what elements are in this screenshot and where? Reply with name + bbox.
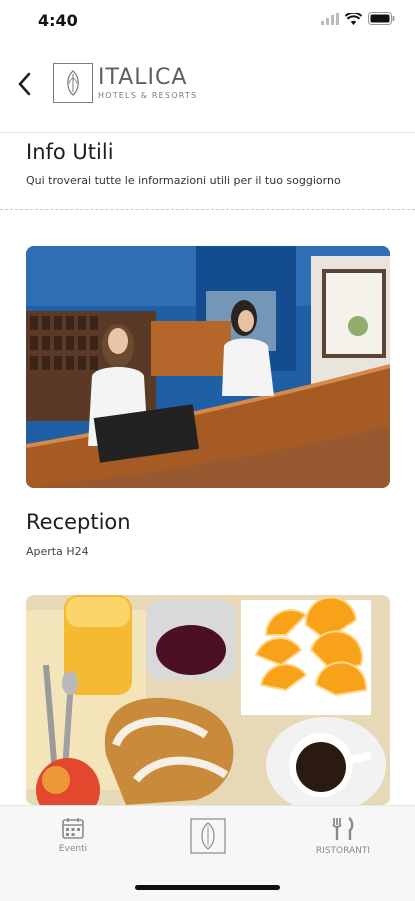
card-title[interactable]: Reception [26,510,131,534]
navigation-bar: ITALICA HOTELS & RESORTS [0,44,415,133]
section-header: Info Utili Qui troverai tutte le informa… [26,140,341,187]
status-time: 4:40 [38,11,78,30]
tab-eventi[interactable]: Eventi [50,816,96,854]
fork-knife-icon [332,817,354,840]
tab-label-ristoranti: RISTORANTI [315,846,371,856]
chevron-left-icon [18,72,31,96]
brand-tagline: HOTELS & RESORTS [98,90,198,100]
divider [0,209,415,210]
page-title: Info Utili [26,140,114,164]
tab-home[interactable] [189,818,227,854]
brand-name: ITALICA [98,64,188,90]
tab-ristoranti[interactable]: RISTORANTI [305,816,381,856]
leaf-logo-icon [53,63,93,103]
home-indicator [135,885,280,890]
signal-icon [321,12,339,25]
page-subtitle: Qui troverai tutte le informazioni utili… [26,174,341,187]
brand-logo: ITALICA HOTELS & RESORTS [53,63,197,103]
battery-icon [368,12,395,25]
back-button[interactable] [8,64,40,104]
tab-label-eventi: Eventi [58,844,88,854]
card-subtitle: Aperta H24 [26,545,89,558]
wifi-icon [345,12,362,25]
status-icons [321,12,395,25]
breakfast-image[interactable] [26,595,390,805]
calendar-icon [62,818,84,839]
status-bar: 4:40 [0,0,415,44]
brand-logo-icon [190,818,226,854]
reception-image[interactable] [26,246,390,488]
